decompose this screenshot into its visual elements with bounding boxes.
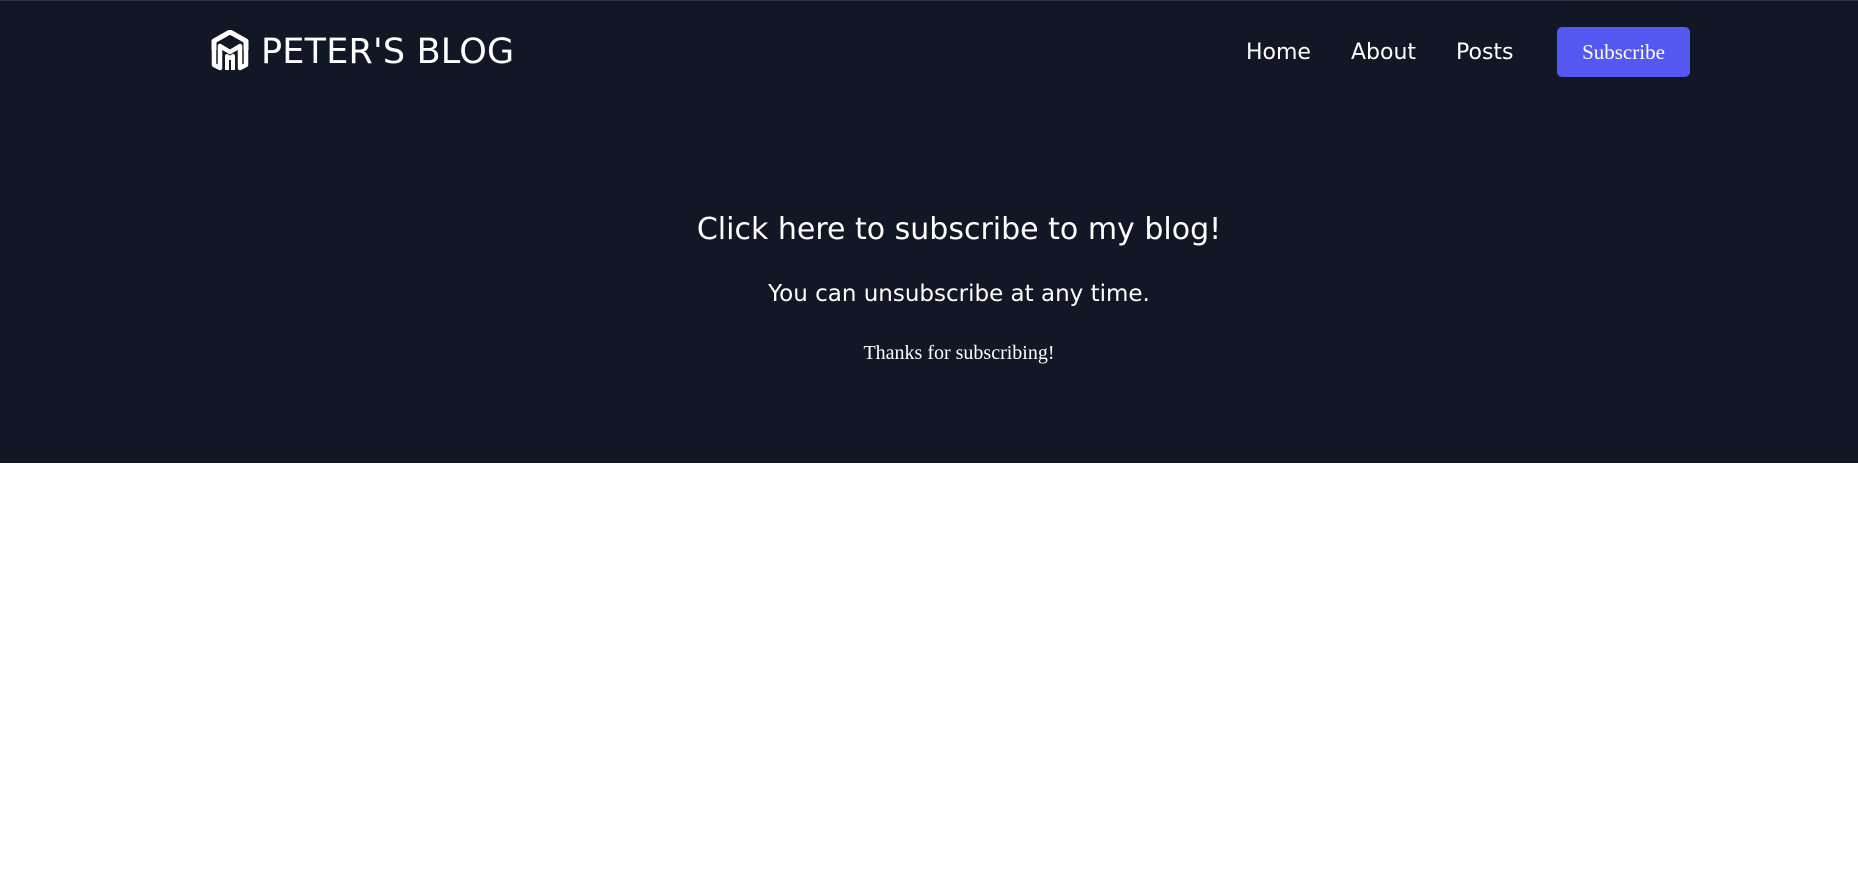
brand-title: PETER'S BLOG bbox=[261, 31, 515, 72]
hero-section: PETER'S BLOG Home About Posts Subscribe … bbox=[0, 0, 1858, 463]
subscribe-heading-link[interactable]: Click here to subscribe to my blog! bbox=[0, 209, 1858, 251]
nav-link-posts[interactable]: Posts bbox=[1456, 40, 1514, 65]
hexagon-m-logo-icon bbox=[211, 30, 249, 74]
nav-links: Home About Posts bbox=[1246, 27, 1554, 77]
unsubscribe-note: You can unsubscribe at any time. bbox=[768, 281, 1150, 307]
brand-link[interactable]: PETER'S BLOG bbox=[211, 25, 514, 79]
thanks-message: Thanks for subscribing! bbox=[863, 342, 1055, 364]
top-navbar: PETER'S BLOG Home About Posts Subscribe bbox=[0, 1, 1858, 103]
nav-link-about[interactable]: About bbox=[1351, 40, 1416, 65]
nav-link-home[interactable]: Home bbox=[1246, 40, 1311, 65]
subscribe-button[interactable]: Subscribe bbox=[1557, 27, 1690, 77]
